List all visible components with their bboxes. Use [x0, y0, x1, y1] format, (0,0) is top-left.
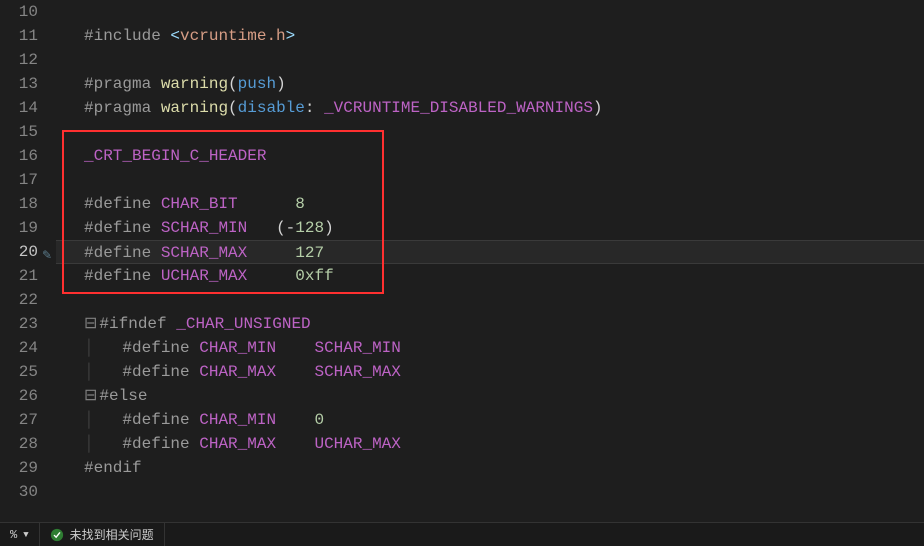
- line-number: 11: [0, 24, 38, 48]
- code-line: [84, 288, 924, 312]
- line-number: 14: [0, 96, 38, 120]
- fold-marker-icon[interactable]: ⊟: [84, 315, 97, 333]
- code-line: #define CHAR_BIT 8: [84, 192, 924, 216]
- code-line: [84, 168, 924, 192]
- code-line: │ #define CHAR_MAX SCHAR_MAX: [84, 360, 924, 384]
- line-number: 24: [0, 336, 38, 360]
- code-line: [84, 48, 924, 72]
- code-line: #define SCHAR_MIN (-128): [84, 216, 924, 240]
- line-number: 20✎: [0, 240, 38, 264]
- line-number: 25: [0, 360, 38, 384]
- line-number: 29: [0, 456, 38, 480]
- code-line: #define UCHAR_MAX 0xff: [84, 264, 924, 288]
- code-editor[interactable]: 10 11 12 13 14 15 16 17 18 19 20✎ 21 22 …: [0, 0, 924, 515]
- code-line: │ #define CHAR_MIN SCHAR_MIN: [84, 336, 924, 360]
- line-number: 16: [0, 144, 38, 168]
- code-line: │ #define CHAR_MAX UCHAR_MAX: [84, 432, 924, 456]
- code-line: │ #define CHAR_MIN 0: [84, 408, 924, 432]
- code-line: _CRT_BEGIN_C_HEADER: [84, 144, 924, 168]
- code-line: [84, 0, 924, 24]
- line-number-gutter: 10 11 12 13 14 15 16 17 18 19 20✎ 21 22 …: [0, 0, 56, 515]
- code-content[interactable]: #include <vcruntime.h> #pragma warning(p…: [56, 0, 924, 515]
- code-line: #include <vcruntime.h>: [84, 24, 924, 48]
- fold-marker-icon[interactable]: ⊟: [84, 387, 97, 405]
- line-number: 18: [0, 192, 38, 216]
- status-bar: % ▼ 未找到相关问题: [0, 522, 924, 546]
- code-line: [84, 120, 924, 144]
- line-number: 19: [0, 216, 38, 240]
- code-line: [84, 480, 924, 504]
- code-line: ⊟#ifndef _CHAR_UNSIGNED: [84, 312, 924, 336]
- status-no-issues[interactable]: 未找到相关问题: [40, 523, 165, 546]
- line-number: 23: [0, 312, 38, 336]
- check-circle-icon: [50, 528, 64, 542]
- line-number: 13: [0, 72, 38, 96]
- line-number: 28: [0, 432, 38, 456]
- line-number: 21: [0, 264, 38, 288]
- status-percent[interactable]: % ▼: [0, 523, 40, 546]
- line-number: 27: [0, 408, 38, 432]
- code-line-current: #define SCHAR_MAX 127: [56, 240, 924, 264]
- line-number: 17: [0, 168, 38, 192]
- line-number: 30: [0, 480, 38, 504]
- line-number: 26: [0, 384, 38, 408]
- code-line: #pragma warning(push): [84, 72, 924, 96]
- line-number: 12: [0, 48, 38, 72]
- code-line: #pragma warning(disable: _VCRUNTIME_DISA…: [84, 96, 924, 120]
- code-line: ⊟#else: [84, 384, 924, 408]
- line-number: 10: [0, 0, 38, 24]
- code-line: #endif: [84, 456, 924, 480]
- line-number: 15: [0, 120, 38, 144]
- line-number: 22: [0, 288, 38, 312]
- modified-line-icon: ✎: [42, 244, 52, 268]
